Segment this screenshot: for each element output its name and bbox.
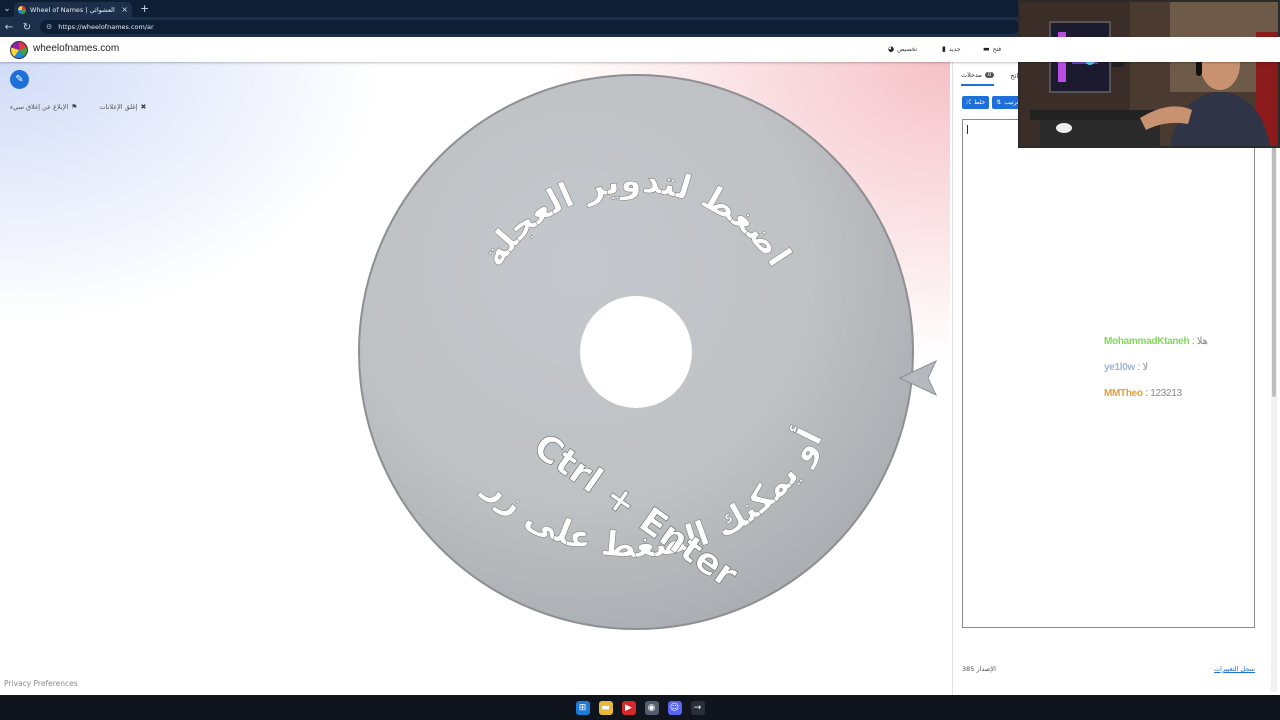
wheel-favicon-icon bbox=[18, 5, 26, 14]
privacy-preferences-link[interactable]: Privacy Preferences bbox=[4, 679, 78, 688]
chat-separator: : bbox=[1145, 388, 1148, 399]
chat-text: لا bbox=[1142, 362, 1149, 373]
wheel-logo-icon[interactable] bbox=[10, 41, 28, 59]
chat-separator: : bbox=[1191, 336, 1195, 347]
site-info-icon[interactable]: ⚙ bbox=[46, 23, 52, 31]
report-ad-label: الإبلاغ عن إغلاق سيء bbox=[10, 103, 69, 111]
shuffle-icon: ⤮ bbox=[966, 98, 971, 106]
wheel-graphic[interactable]: اضغط لتدوير العجلة أو يمكنك الضغط على زر… bbox=[356, 72, 916, 632]
back-arrow-icon[interactable]: ← bbox=[0, 22, 18, 33]
customize-label: تخصيص bbox=[897, 45, 918, 53]
chat-username: MohammadKtaneh bbox=[1104, 336, 1190, 347]
ad-links: الإبلاغ عن إغلاق سيء ⚑ إغلق الإعلانات ✖ bbox=[10, 103, 146, 111]
chat-message: ye1l0w : لا bbox=[1104, 355, 1208, 381]
sort-label: ترتيب bbox=[1004, 99, 1019, 106]
version-label: الإصدار 385 bbox=[962, 665, 996, 673]
tab-title: Wheel of Names | الاسم العشوائي bbox=[30, 5, 117, 14]
app-icon[interactable]: → bbox=[690, 700, 705, 715]
brand-name[interactable]: wheelofnames.com bbox=[33, 43, 119, 54]
close-ads-link[interactable]: إغلق الإعلانات ✖ bbox=[99, 103, 146, 111]
windows-start-icon[interactable]: ⊞ bbox=[575, 700, 590, 715]
webcam-image bbox=[1020, 2, 1278, 146]
stream-chat-overlay: MohammadKtaneh : هلا ye1l0w : لا MMTheo … bbox=[1104, 329, 1208, 407]
palette-icon: ◕ bbox=[888, 45, 895, 53]
file-explorer-icon[interactable]: ▬ bbox=[598, 700, 613, 715]
chat-username: MMTheo bbox=[1104, 388, 1143, 399]
tab-entries[interactable]: مدخلات 0 bbox=[961, 66, 995, 86]
chat-message: MMTheo : 123213 bbox=[1104, 381, 1208, 407]
text-caret bbox=[967, 125, 968, 134]
entries-count-badge: 0 bbox=[984, 72, 995, 78]
wheel-pointer-icon bbox=[898, 359, 938, 397]
sidebar-scrollbar-thumb[interactable] bbox=[1272, 125, 1276, 397]
url-text: https://wheelofnames.com/ar bbox=[58, 23, 154, 31]
chat-username: ye1l0w bbox=[1104, 362, 1136, 373]
discord-icon[interactable]: ☺ bbox=[667, 700, 682, 715]
wheel-hub bbox=[580, 296, 692, 408]
chat-separator: : bbox=[1137, 362, 1141, 373]
tab-close-icon[interactable]: × bbox=[121, 5, 128, 14]
chat-text: هلا bbox=[1196, 336, 1209, 347]
new-label: جديد bbox=[948, 45, 961, 53]
new-button[interactable]: ▮ جديد bbox=[942, 45, 961, 53]
customize-button[interactable]: ◕ تخصيص bbox=[888, 45, 917, 53]
file-icon: ▮ bbox=[942, 45, 946, 53]
tab-list-dropdown-icon[interactable]: ⌄ bbox=[0, 0, 14, 17]
sort-icon: ⇅ bbox=[996, 99, 1002, 106]
shuffle-label: خلط bbox=[973, 99, 986, 106]
tab-entries-label: مدخلات bbox=[961, 71, 982, 79]
report-bad-ad-link[interactable]: الإبلاغ عن إغلاق سيء ⚑ bbox=[10, 103, 77, 111]
sidebar-actions: ⤮ خلط ⇅ ترتيب bbox=[962, 96, 1023, 109]
os-taskbar: ⊞ ▬ ▶ ◉ ☺ → bbox=[0, 695, 1280, 720]
app-header: wheelofnames.com ◕ تخصيص ▮ جديد ▬ فتح bbox=[0, 37, 1280, 62]
pencil-icon: ✎ bbox=[15, 74, 24, 85]
new-tab-icon[interactable]: + bbox=[140, 2, 149, 15]
browser-tab[interactable]: Wheel of Names | الاسم العشوائي × bbox=[14, 2, 132, 17]
webcam-overlay bbox=[1018, 0, 1280, 148]
shuffle-button[interactable]: ⤮ خلط bbox=[962, 96, 990, 109]
reload-icon[interactable]: ↻ bbox=[18, 22, 36, 33]
edit-pencil-button[interactable]: ✎ bbox=[10, 70, 29, 89]
flag-icon: ⚑ bbox=[71, 103, 78, 111]
media-app-icon[interactable]: ▶ bbox=[621, 700, 636, 715]
chat-message: MohammadKtaneh : هلا bbox=[1104, 329, 1208, 355]
open-label: فتح bbox=[992, 45, 1002, 53]
folder-icon: ▬ bbox=[983, 45, 990, 53]
wheel[interactable]: اضغط لتدوير العجلة أو يمكنك الضغط على زر… bbox=[356, 72, 916, 632]
browser-app-icon[interactable]: ◉ bbox=[644, 700, 659, 715]
close-circle-icon: ✖ bbox=[140, 103, 147, 111]
close-ads-label: إغلق الإعلانات bbox=[99, 103, 138, 111]
open-button[interactable]: ▬ فتح bbox=[983, 45, 1001, 53]
url-input[interactable]: ⚙ https://wheelofnames.com/ar bbox=[40, 20, 1020, 34]
changelog-link[interactable]: سجل التغييرات bbox=[1214, 665, 1255, 673]
chat-text: 123213 bbox=[1150, 388, 1182, 399]
